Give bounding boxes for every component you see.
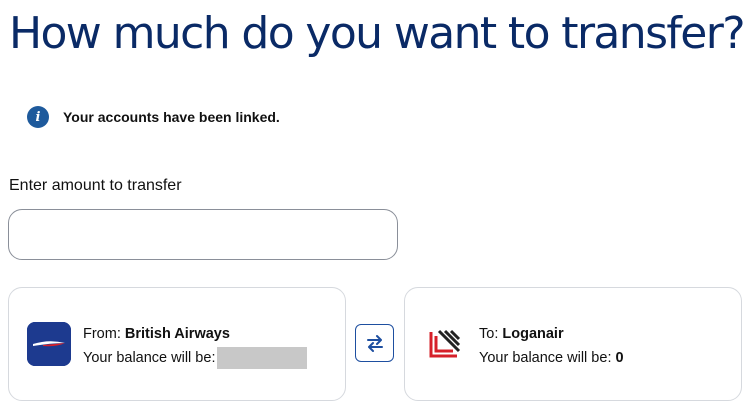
from-balance-label: Your balance will be: bbox=[83, 350, 216, 366]
transfer-page: How much do you want to transfer? i Your… bbox=[0, 0, 750, 407]
amount-label: Enter amount to transfer bbox=[9, 177, 182, 194]
to-airline: Loganair bbox=[502, 326, 564, 342]
swap-arrows-icon bbox=[366, 335, 383, 352]
info-icon: i bbox=[27, 106, 49, 128]
from-airline: British Airways bbox=[124, 326, 230, 342]
loganair-logo bbox=[423, 322, 467, 366]
notice-text: Your accounts have been linked. bbox=[63, 109, 280, 125]
from-account-card: From: British Airways Your balance will … bbox=[8, 287, 346, 401]
page-title: How much do you want to transfer? bbox=[9, 8, 746, 59]
from-balance-line: Your balance will be: bbox=[83, 346, 308, 370]
to-prefix: To: bbox=[479, 326, 499, 342]
to-line: To: Loganair bbox=[479, 322, 624, 346]
redacted-balance bbox=[217, 347, 308, 370]
linked-notice: i Your accounts have been linked. bbox=[27, 106, 280, 128]
to-balance-value: 0 bbox=[615, 350, 624, 366]
from-line: From: British Airways bbox=[83, 322, 307, 346]
to-card-text: To: Loganair Your balance will be: 0 bbox=[479, 322, 624, 370]
british-airways-logo bbox=[27, 322, 71, 366]
swap-accounts-button[interactable] bbox=[355, 324, 394, 362]
to-balance-label: Your balance will be: bbox=[479, 350, 612, 366]
to-account-card: To: Loganair Your balance will be: 0 bbox=[404, 287, 742, 401]
to-balance-line: Your balance will be: 0 bbox=[479, 346, 624, 370]
from-prefix: From: bbox=[83, 326, 121, 342]
amount-input[interactable] bbox=[8, 209, 398, 260]
from-card-text: From: British Airways Your balance will … bbox=[83, 322, 308, 370]
